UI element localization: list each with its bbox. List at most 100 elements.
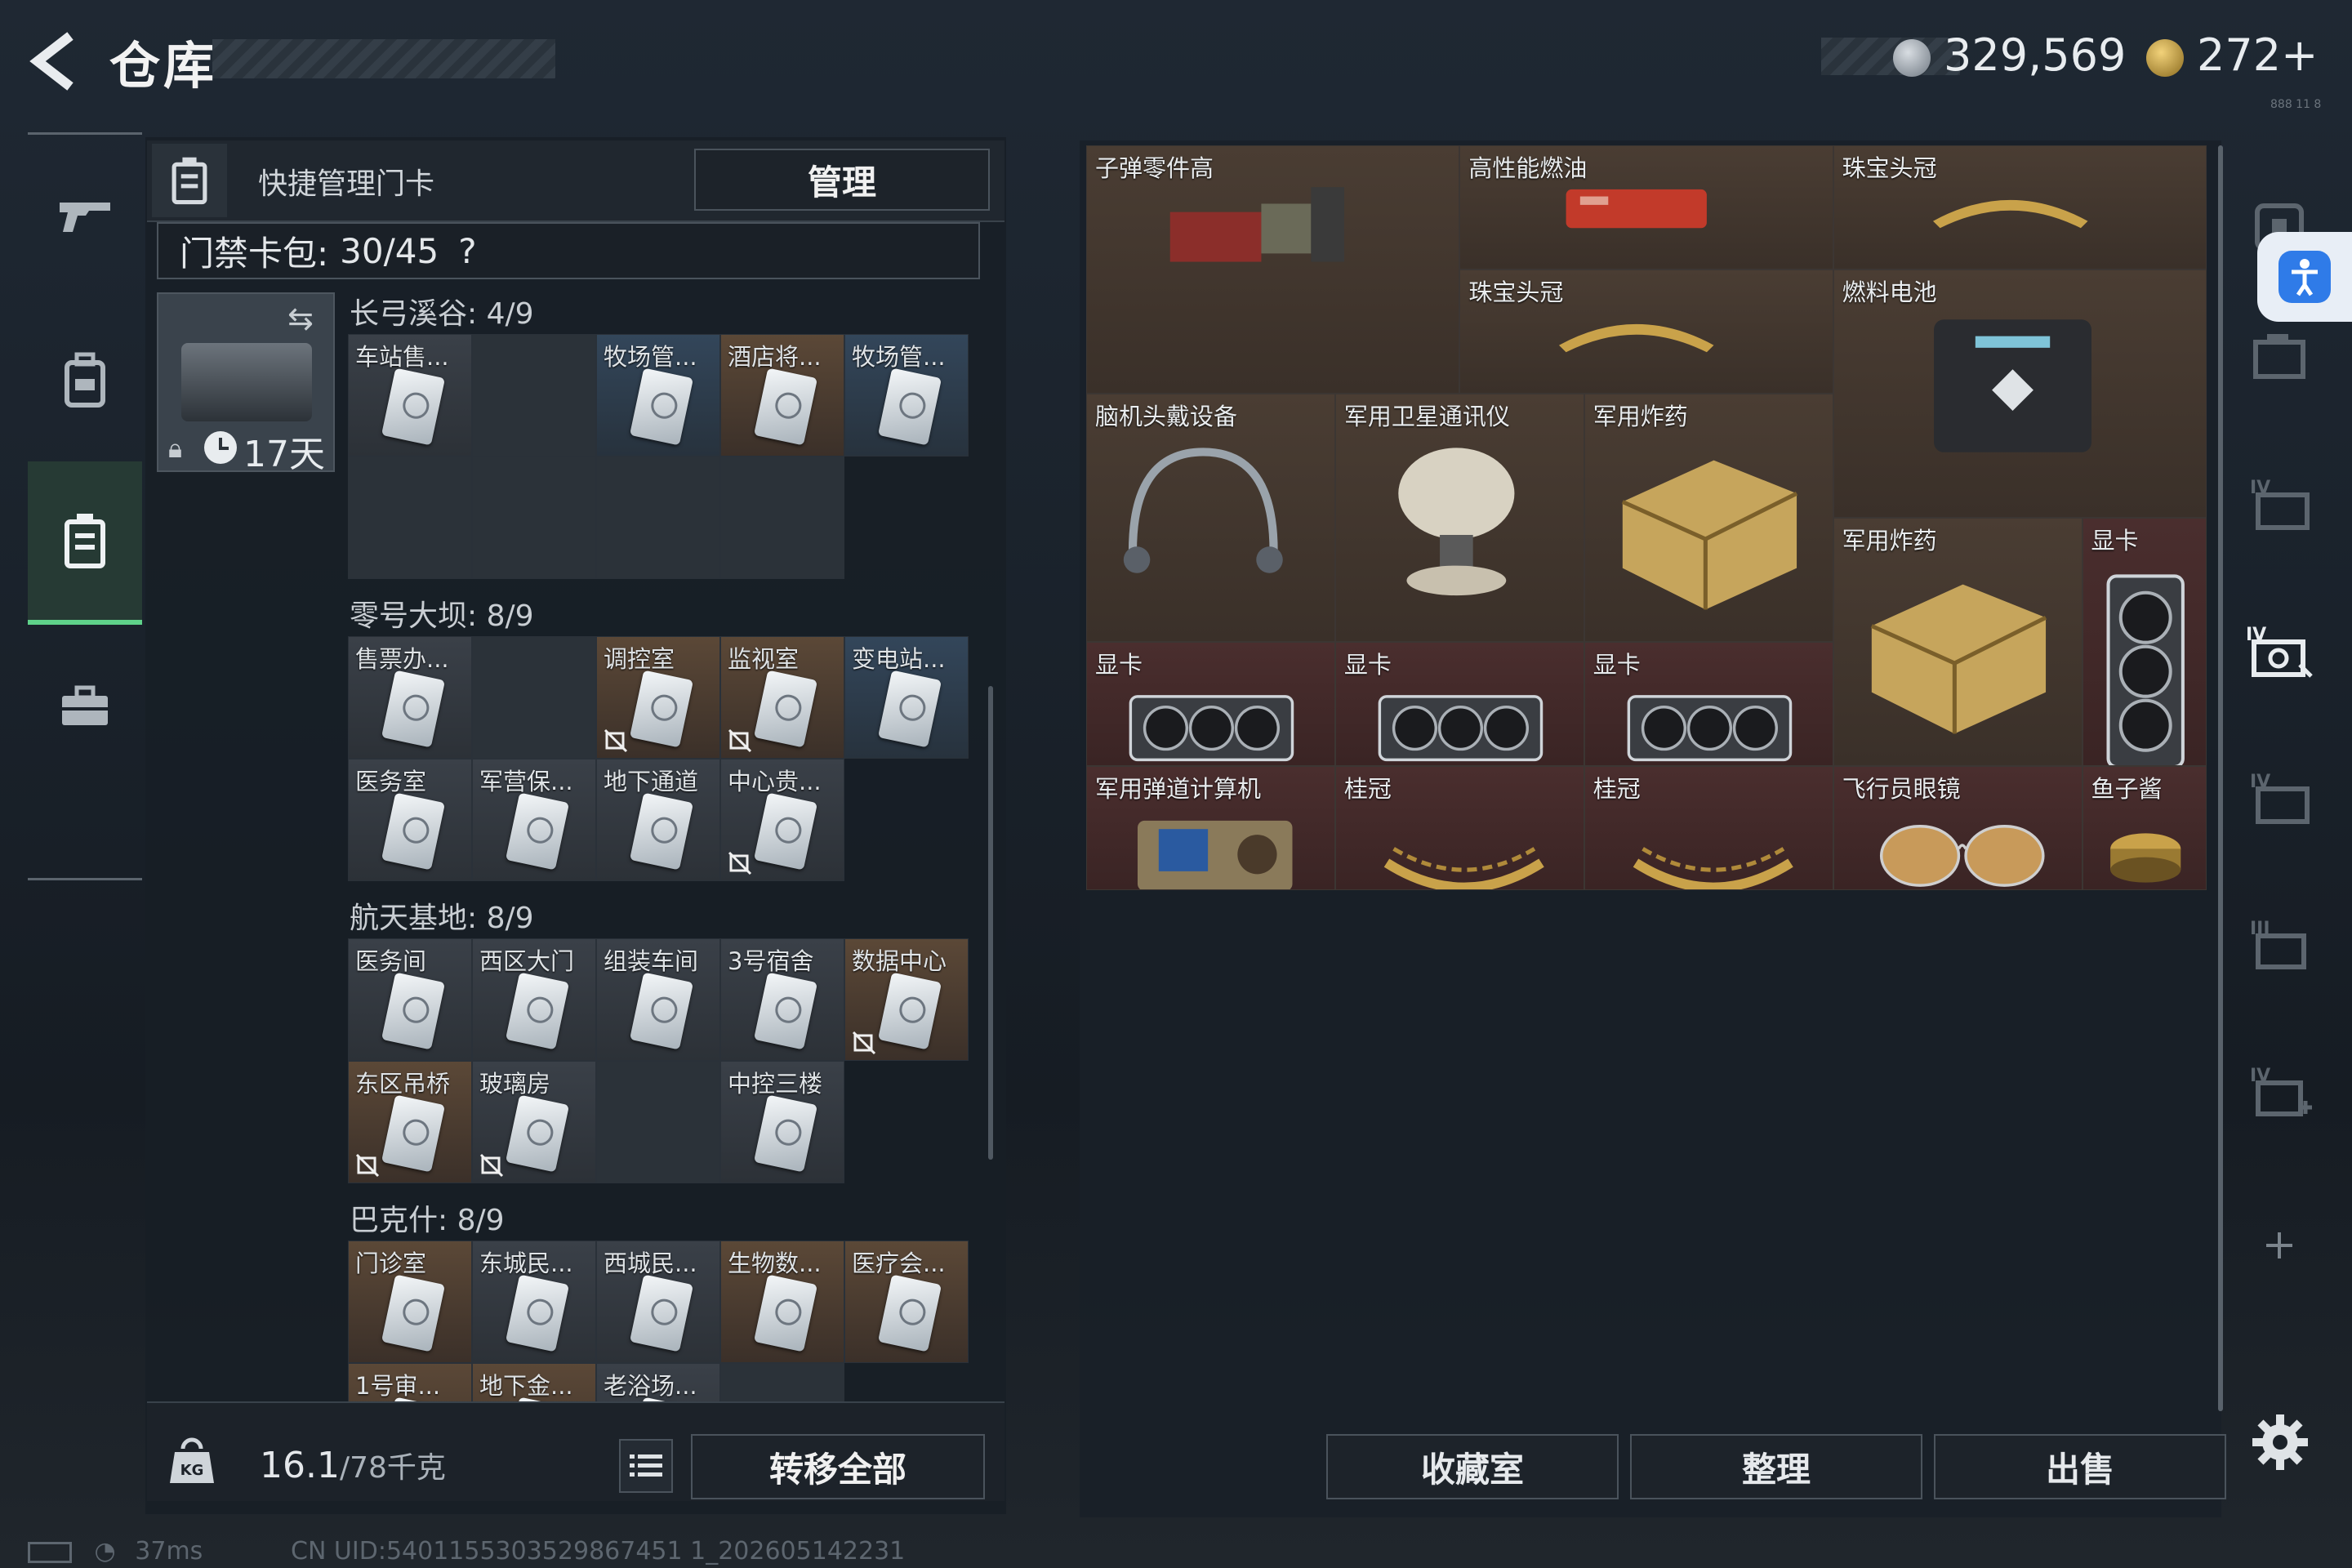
help-button[interactable]: ? [458, 231, 476, 271]
keycard-icon [381, 1274, 446, 1352]
keycard-case-icon [65, 514, 105, 568]
keycard-slot[interactable]: 医务室 [348, 759, 472, 881]
plus-icon [2266, 1232, 2292, 1258]
keycard-icon [381, 368, 446, 446]
storage-grid: 子弹零件高 高性能燃油 珠宝头冠 珠宝头冠 燃料电池 脑机头戴设备 军用卫星通讯仪 军用炸药军… [1086, 145, 2207, 890]
sort-button[interactable]: 整理 [1630, 1434, 1922, 1499]
storage-item[interactable]: 飞行员眼镜 [1833, 766, 2082, 890]
empty-slot[interactable] [720, 457, 844, 579]
collection-room-button[interactable]: 收藏室 [1326, 1434, 1619, 1499]
keycard-slot[interactable]: 玻璃房 [472, 1061, 596, 1183]
storage-item[interactable]: 桂冠 [1584, 766, 1833, 890]
storage-item[interactable]: 燃料电池 [1833, 270, 2207, 518]
tab-storage-4b-active[interactable]: IV [2234, 604, 2324, 694]
back-arrow-icon[interactable] [23, 24, 96, 98]
keycard-slot[interactable]: 军营保... [472, 759, 596, 881]
empty-slot[interactable] [596, 457, 720, 579]
capacity-value: 30/45 [340, 230, 439, 271]
explosive-icon [1621, 460, 1797, 610]
empty-slot[interactable] [596, 1061, 720, 1183]
nav-weapon-button[interactable] [28, 135, 142, 298]
storage-item[interactable]: 脑机头戴设备 [1086, 394, 1335, 642]
keycard-slot[interactable]: 东城民... [472, 1241, 596, 1363]
no-carry-icon [728, 851, 752, 875]
accessibility-button[interactable] [2257, 232, 2352, 322]
keycard-slot[interactable]: 地下通道 [596, 759, 720, 881]
keycard-slot[interactable]: 车站售... [348, 334, 472, 457]
keycard-slot[interactable]: 售票办... [348, 636, 472, 759]
storage-item[interactable]: 高性能燃油 [1459, 145, 1833, 270]
list-icon [630, 1454, 662, 1477]
item-label: 显卡 [1095, 651, 1143, 679]
tab-storage-add-4[interactable]: IV [2234, 1045, 2324, 1135]
storage-item[interactable]: 珠宝头冠 [1833, 145, 2207, 270]
keycard-icon [381, 972, 446, 1050]
keycard-panel-scrollbar[interactable] [988, 686, 993, 1160]
empty-slot[interactable] [348, 457, 472, 579]
tab-storage-4c[interactable]: IV [2234, 751, 2324, 841]
sell-button[interactable]: 出售 [1934, 1434, 2226, 1499]
keycard-slot[interactable]: 西区大门 [472, 938, 596, 1061]
storage-item[interactable]: 鱼子酱 [2082, 766, 2207, 890]
storage-item[interactable]: 显卡 [1334, 642, 1584, 766]
storage-scrollbar[interactable] [2218, 145, 2223, 1411]
storage-item[interactable]: 显卡 [2082, 518, 2207, 766]
keycard-label: 监视室 [728, 645, 800, 673]
keycard-label: 医疗会... [852, 1250, 946, 1277]
storage-item[interactable]: 军用卫星通讯仪 [1334, 394, 1584, 642]
storage-item[interactable]: 桂冠 [1334, 766, 1584, 890]
keycard-slot[interactable]: 变电站... [844, 636, 969, 759]
storage-item[interactable]: 军用炸药 [1584, 394, 1833, 642]
transfer-all-button[interactable]: 转移全部 [691, 1434, 985, 1499]
svg-text:KG: KG [180, 1462, 204, 1479]
storage-item[interactable]: 珠宝头冠 [1459, 270, 1833, 394]
keycard-label: 老浴场... [604, 1372, 697, 1400]
capacity-label: 门禁卡包: [180, 233, 329, 274]
keycard-slot[interactable]: 3号宿舍 [720, 938, 844, 1061]
add-storage-button[interactable] [2234, 1200, 2324, 1290]
nav-backpack-button[interactable] [28, 298, 142, 461]
storage-item[interactable]: 军用炸药 [1833, 518, 2082, 766]
keycard-slot[interactable]: 酒店将... [720, 334, 844, 457]
manage-button[interactable]: 管理 [694, 149, 990, 211]
nav-toolbox-button[interactable] [28, 625, 142, 788]
keycard-slot[interactable]: 监视室 [720, 636, 844, 759]
keycard-slot[interactable]: 医务间 [348, 938, 472, 1061]
settings-gear-icon[interactable] [2247, 1410, 2313, 1475]
swap-icon[interactable]: ⇆ [287, 301, 314, 336]
keycard-slot[interactable]: 牧场管... [596, 334, 720, 457]
keycard-slot[interactable]: 数据中心 [844, 938, 969, 1061]
keycard-slot[interactable]: 牧场管... [844, 334, 969, 457]
item-label: 显卡 [2091, 527, 2139, 555]
weight-readout: 16.1/78千克 [260, 1444, 446, 1486]
currency-silver-value: 329,569 [1944, 29, 2127, 81]
keycard-label: 中心贵... [728, 768, 822, 795]
nav-keycard-case-button[interactable] [28, 461, 142, 625]
list-view-button[interactable] [619, 1439, 673, 1493]
tab-storage-1[interactable] [2234, 310, 2324, 400]
keycard-grid: 医务间 西区大门 组装车间 3号宿舍 数据中心东区吊桥 玻璃房 中控三楼 [348, 938, 969, 1183]
empty-slot[interactable] [472, 334, 596, 457]
keycard-slot[interactable]: 中心贵... [720, 759, 844, 881]
empty-slot[interactable] [472, 636, 596, 759]
storage-item[interactable]: 子弹零件高 [1086, 145, 1460, 394]
keycard-icon [629, 972, 694, 1050]
keycard-slot[interactable]: 门诊室 [348, 1241, 472, 1363]
tab-storage-3[interactable]: III [2234, 898, 2324, 988]
storage-item[interactable]: 显卡 [1086, 642, 1335, 766]
keycard-slot[interactable]: 调控室 [596, 636, 720, 759]
keycard-slot[interactable]: 组装车间 [596, 938, 720, 1061]
currency-gold-value[interactable]: 272+ [2197, 29, 2318, 81]
keycard-slot[interactable]: 中控三楼 [720, 1061, 844, 1183]
tab-storage-4a[interactable]: IV [2234, 457, 2324, 547]
keycard-slot[interactable]: 医疗会... [844, 1241, 969, 1363]
storage-item[interactable]: 显卡 [1584, 642, 1833, 766]
weight-value: 16.1 [260, 1445, 340, 1486]
empty-slot[interactable] [472, 457, 596, 579]
keycard-slot[interactable]: 东区吊桥 [348, 1061, 472, 1183]
keycard-slot[interactable]: 生物数... [720, 1241, 844, 1363]
ammo-parts-icon [1169, 187, 1344, 262]
keycard-slot[interactable]: 西城民... [596, 1241, 720, 1363]
storage-item[interactable]: 军用弹道计算机 [1086, 766, 1335, 890]
keycard-icon [753, 792, 818, 871]
